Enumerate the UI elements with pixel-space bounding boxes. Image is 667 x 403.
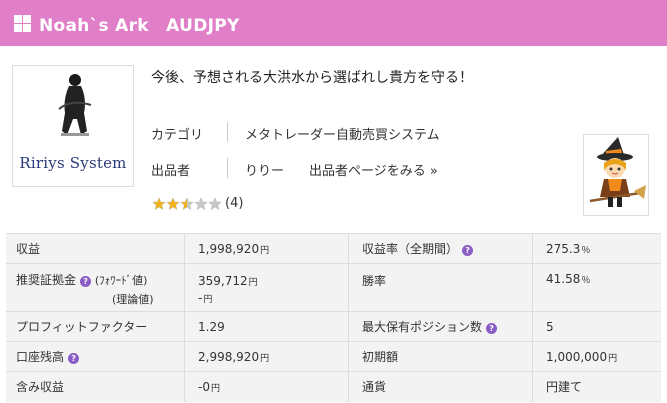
- category-value: メタトレーダー自動売買システム: [245, 128, 440, 143]
- product-headline: 今後、予想される大洪水から選ばれし貴方を守る！: [151, 70, 473, 86]
- review-count[interactable]: (4): [225, 196, 243, 211]
- mascot-image: [583, 134, 649, 216]
- margin-theory-value: -: [198, 290, 203, 305]
- logo-text: Ririys System: [19, 154, 127, 172]
- yen-unit: 円: [210, 383, 220, 394]
- profit-value: 1,998,920: [198, 241, 260, 256]
- silhouette-photo-icon: [51, 69, 99, 141]
- initial-label: 初期額: [362, 350, 399, 364]
- yen-unit: 円: [608, 353, 618, 364]
- help-icon[interactable]: ?: [486, 323, 498, 334]
- stars: [152, 196, 222, 211]
- initial-value: 1,000,000: [546, 349, 608, 364]
- winrate-label: 勝率: [362, 274, 387, 288]
- star-icon: [194, 196, 208, 210]
- divider: [227, 122, 228, 142]
- product-title: Noah`s Ark AUDJPY: [39, 15, 240, 36]
- unrealized-label: 含み収益: [16, 380, 65, 395]
- maxpos-value: 5: [546, 319, 554, 334]
- profit-rate-value: 275.3: [546, 241, 581, 256]
- margin-forward-value: 359,712: [198, 273, 248, 288]
- help-icon[interactable]: ?: [462, 245, 474, 256]
- divider: [227, 158, 228, 178]
- star-icon: [180, 196, 194, 210]
- yen-unit: 円: [260, 245, 270, 256]
- margin-theory-label: (理論値): [112, 293, 154, 306]
- help-icon[interactable]: ?: [68, 353, 80, 364]
- star-icon: [208, 196, 222, 210]
- margin-label: 推奨証拠金: [16, 273, 77, 287]
- product-header: Noah`s Ark AUDJPY: [0, 0, 667, 46]
- pf-label: プロフィットファクター: [16, 320, 148, 334]
- star-rating: (4): [152, 196, 243, 211]
- currency-value: 円建て: [546, 380, 583, 395]
- star-icon: [152, 196, 166, 210]
- profit-rate-label: 収益率（全期間）: [362, 242, 459, 256]
- balance-label: 口座残高: [16, 350, 65, 364]
- balance-value: 2,998,920: [198, 349, 260, 364]
- help-icon[interactable]: ?: [80, 276, 92, 287]
- seller-page-link[interactable]: 出品者ページをみる »: [309, 160, 438, 179]
- witch-mascot-icon: [589, 137, 646, 207]
- star-icon: [166, 196, 180, 210]
- pf-value: 1.29: [198, 319, 225, 334]
- unrealized-value: -0: [198, 379, 210, 394]
- percent-unit: ％: [581, 276, 591, 286]
- percent-unit: ％: [581, 245, 591, 256]
- currency-label: 通貨: [362, 380, 387, 395]
- yen-unit: 円: [260, 353, 270, 364]
- product-thumbnail[interactable]: Ririys System: [12, 65, 134, 187]
- margin-forward-label: (ﾌｫﾜｰﾄﾞ値): [94, 274, 148, 287]
- category-label: カテゴリ: [151, 128, 204, 143]
- seller-name-link[interactable]: りりー: [245, 160, 284, 179]
- grid-icon: [14, 14, 31, 32]
- seller-label: 出品者: [151, 164, 191, 179]
- maxpos-label: 最大保有ポジション数: [362, 320, 483, 334]
- winrate-value: 41.58: [546, 272, 581, 286]
- yen-unit: 円: [203, 294, 213, 305]
- profit-label: 収益: [16, 242, 41, 256]
- yen-unit: 円: [248, 277, 258, 288]
- stats-table: 収益 1,998,920円 収益率（全期間）? 275.3％ 推奨証拠金? (ﾌ…: [6, 233, 661, 402]
